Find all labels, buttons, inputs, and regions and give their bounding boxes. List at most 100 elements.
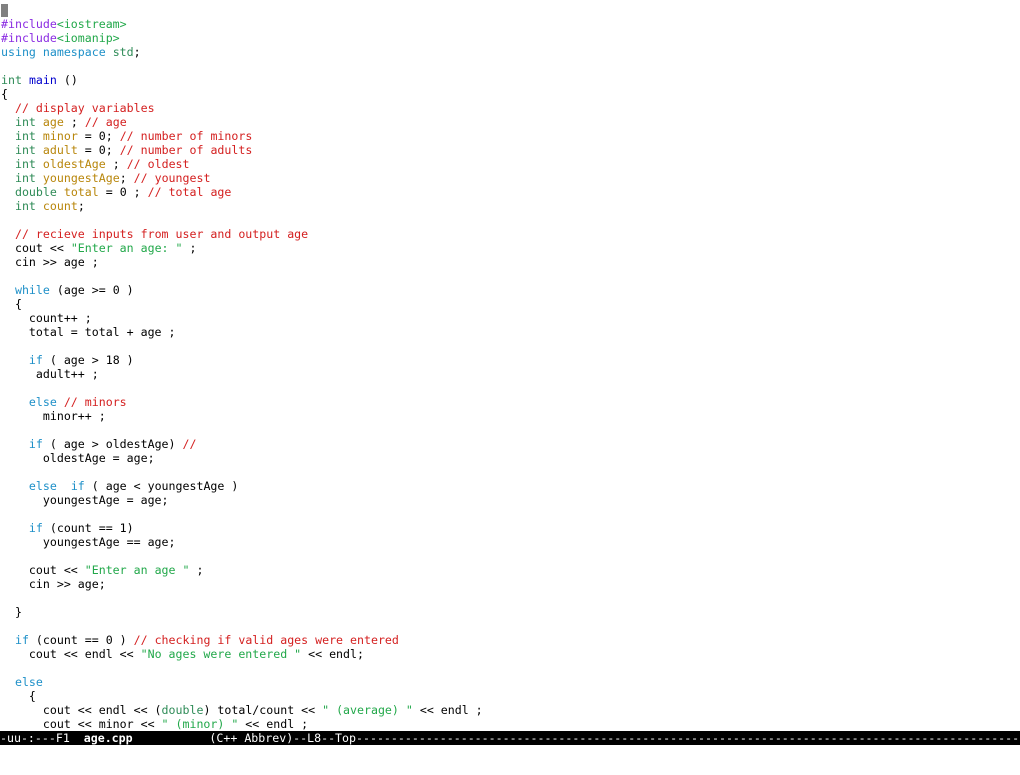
- code-line: cout << minor << " (minor) " << endl ;: [1, 717, 1019, 731]
- code-token: int: [14, 157, 36, 171]
- code-line: int count;: [1, 199, 1019, 213]
- code-token: int: [14, 171, 36, 185]
- code-token: else: [28, 395, 57, 409]
- code-token: // youngest: [133, 171, 211, 185]
- code-line: {: [1, 87, 1019, 101]
- code-line: int youngestAge; // youngest: [1, 171, 1019, 185]
- code-token: = 0;: [77, 143, 120, 157]
- code-editor[interactable]: #include<iostream> #include<iomanip> using…: [1, 3, 1019, 731]
- major-mode: (C++ Abbrev)--L8--Top: [209, 731, 357, 745]
- code-token: ( age > oldestAge): [42, 437, 183, 451]
- code-token: while: [14, 283, 50, 297]
- code-line: using namespace std;: [1, 45, 1019, 59]
- code-token: std: [112, 45, 134, 59]
- code-token: <iostream>: [56, 17, 127, 31]
- code-token: (): [56, 73, 78, 87]
- code-line: // display variables: [1, 101, 1019, 115]
- text-cursor: [1, 4, 8, 17]
- code-token: ;: [77, 199, 85, 213]
- code-token: " (minor) ": [161, 717, 239, 731]
- code-token: cout << endl << (: [1, 703, 162, 717]
- code-line: cout << endl << (double) total/count << …: [1, 703, 1019, 717]
- code-token: int: [14, 143, 36, 157]
- code-token: total: [63, 185, 99, 199]
- code-token: (count == 1): [42, 521, 134, 535]
- code-line: double total = 0 ; // total age: [1, 185, 1019, 199]
- code-line: int oldestAge ; // oldest: [1, 157, 1019, 171]
- code-line: [1, 3, 1019, 17]
- code-token: // number of minors: [119, 129, 253, 143]
- code-line: int adult = 0; // number of adults: [1, 143, 1019, 157]
- code-token: int: [14, 199, 36, 213]
- code-token: count++ ;: [1, 311, 92, 325]
- code-token: cout <<: [1, 241, 71, 255]
- code-token: (count == 0 ): [28, 633, 134, 647]
- code-token: cin >> age ;: [1, 255, 99, 269]
- code-token: youngestAge: [42, 171, 120, 185]
- code-line: else: [1, 675, 1019, 689]
- code-token: {: [1, 87, 8, 101]
- code-token: cout << endl <<: [1, 647, 141, 661]
- code-token: double: [14, 185, 57, 199]
- code-token: ;: [105, 157, 127, 171]
- code-token: using: [1, 45, 36, 59]
- code-token: << endl;: [301, 647, 364, 661]
- code-token: // number of adults: [119, 143, 253, 157]
- code-token: oldestAge = age;: [1, 451, 155, 465]
- code-token: {: [1, 297, 22, 311]
- code-token: #include: [1, 31, 57, 45]
- code-token: count: [42, 199, 78, 213]
- code-token: "Enter an age ": [84, 563, 190, 577]
- code-line: minor++ ;: [1, 409, 1019, 423]
- code-token: }: [1, 605, 22, 619]
- code-token: if: [28, 437, 43, 451]
- code-line: if (count == 0 ) // checking if valid ag…: [1, 633, 1019, 647]
- code-token: int: [1, 73, 22, 87]
- code-token: ( age < youngestAge ): [84, 479, 239, 493]
- code-token: ;: [119, 171, 134, 185]
- code-token: " (average) ": [322, 703, 413, 717]
- code-token: #include: [1, 17, 57, 31]
- code-token: oldestAge: [42, 157, 106, 171]
- code-token: main: [28, 73, 57, 87]
- code-line: total = total + age ;: [1, 325, 1019, 339]
- code-line: else // minors: [1, 395, 1019, 409]
- code-token: youngestAge = age;: [1, 493, 169, 507]
- code-token: cin >> age;: [1, 577, 106, 591]
- code-line: count++ ;: [1, 311, 1019, 325]
- code-line: while (age >= 0 ): [1, 283, 1019, 297]
- code-token: int: [14, 115, 36, 129]
- modeline-fill: ----------------------------------------…: [356, 731, 1020, 745]
- code-line: // recieve inputs from user and output a…: [1, 227, 1019, 241]
- code-token: cout <<: [1, 563, 85, 577]
- code-token: // minors: [63, 395, 127, 409]
- code-token: ) total/count <<: [203, 703, 323, 717]
- minibuffer[interactable]: [0, 745, 1020, 775]
- code-line: cout << "Enter an age " ;: [1, 563, 1019, 577]
- code-line: oldestAge = age;: [1, 451, 1019, 465]
- code-token: // age: [84, 115, 127, 129]
- code-line: {: [1, 297, 1019, 311]
- code-line: youngestAge = age;: [1, 493, 1019, 507]
- code-token: = 0;: [77, 129, 120, 143]
- code-token: <iomanip>: [56, 31, 120, 45]
